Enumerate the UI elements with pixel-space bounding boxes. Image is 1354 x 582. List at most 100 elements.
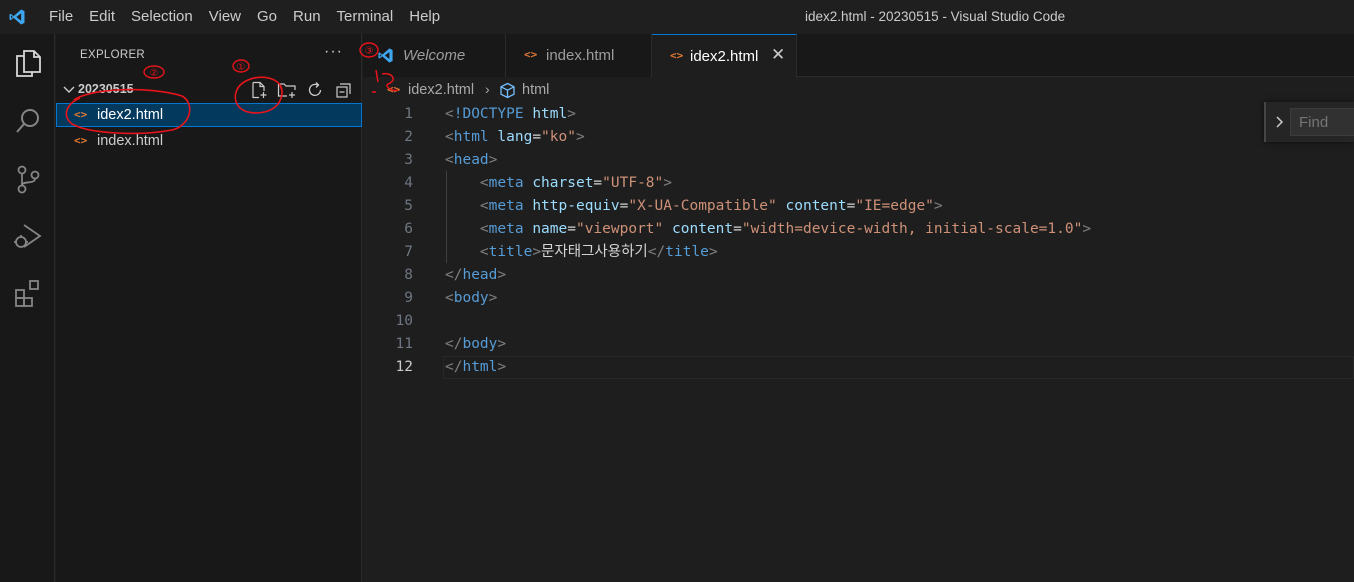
menu-item-help[interactable]: Help (401, 0, 448, 34)
code-text: <head> (445, 149, 497, 172)
line-number: 9 (404, 290, 413, 306)
code-text: <!DOCTYPE html> (445, 103, 576, 126)
code-line[interactable]: 2 <html lang="ko"> (363, 126, 1354, 149)
code-token: "UTF-8" (602, 175, 664, 191)
code-line[interactable]: 5 <meta http-equiv="X-UA-Compatible" con… (363, 195, 1354, 218)
html-file-icon: <> (524, 48, 538, 61)
code-line[interactable]: 12 </html> (363, 356, 1354, 379)
code-token: "IE=edge" (855, 198, 934, 214)
file-item-idex2[interactable]: <> idex2.html (56, 103, 362, 127)
vscode-logo-icon (0, 0, 34, 34)
menu-item-go[interactable]: Go (249, 0, 285, 34)
code-text: <html lang="ko"> (445, 126, 585, 149)
code-token: title (665, 244, 709, 260)
code-line[interactable]: 11 </body> (363, 333, 1354, 356)
title-bar: File Edit Selection View Go Run Terminal Help i… (0, 0, 1354, 34)
tab-welcome[interactable]: Welcome (363, 34, 506, 77)
code-token: !DOCTYPE (453, 106, 524, 122)
code-line[interactable]: 4 <meta charset="UTF-8"> (363, 172, 1354, 195)
code-token: < (445, 152, 454, 168)
code-line[interactable]: 8 </head> (363, 264, 1354, 287)
search-icon[interactable] (0, 96, 55, 146)
explorer-title: EXPLORER (80, 49, 146, 61)
line-number: 8 (404, 267, 413, 283)
menu-item-run[interactable]: Run (285, 0, 329, 34)
tab-idex2[interactable]: <> idex2.html ✕ (652, 34, 797, 78)
html-file-icon: <> (74, 108, 88, 121)
folder-header[interactable]: 20230515 (56, 79, 362, 101)
code-token: html (462, 359, 498, 375)
code-line[interactable]: 3 <head> (363, 149, 1354, 172)
find-widget (1264, 102, 1354, 142)
line-number: 2 (404, 129, 413, 145)
code-line[interactable]: 10 (363, 310, 1354, 333)
code-line[interactable]: 9 <body> (363, 287, 1354, 310)
code-token: content (785, 198, 847, 214)
menu-item-selection[interactable]: Selection (123, 0, 201, 34)
chevron-right-icon[interactable] (1274, 114, 1286, 130)
breadcrumb-file[interactable]: idex2.html (408, 82, 474, 98)
code-token: title (488, 244, 533, 260)
code-token: html (453, 129, 489, 145)
menu-item-edit[interactable]: Edit (81, 0, 123, 34)
menu-item-file[interactable]: File (34, 0, 81, 34)
collapse-all-icon[interactable] (333, 79, 355, 101)
new-file-icon[interactable] (248, 79, 270, 101)
source-control-icon[interactable] (0, 154, 55, 204)
code-token: > (708, 244, 718, 260)
code-token: = (593, 175, 603, 191)
line-number: 7 (404, 244, 413, 260)
menu-bar: File Edit Selection View Go Run Terminal Help (34, 0, 448, 34)
code-token: = (567, 221, 576, 237)
more-actions-button[interactable]: ··· (324, 43, 343, 61)
activity-bar (0, 34, 55, 582)
code-token: < (479, 244, 489, 260)
code-token: meta (488, 175, 524, 191)
line-number: 4 (404, 175, 413, 191)
run-debug-icon[interactable] (0, 211, 55, 261)
code-line[interactable]: 7 <title>문자태그사용하기</title> (363, 241, 1354, 264)
code-token: < (445, 290, 454, 306)
explorer-icon[interactable] (0, 38, 55, 88)
chevron-down-icon (63, 86, 75, 93)
code-token: lang (497, 129, 533, 145)
close-icon[interactable]: ✕ (771, 45, 785, 65)
find-input[interactable] (1290, 108, 1354, 136)
code-token: > (575, 129, 585, 145)
line-number: 12 (395, 359, 413, 375)
code-editor[interactable]: 1 <!DOCTYPE html> 2 <html lang="ko"> 3 <head>… (363, 102, 1354, 582)
tab-index[interactable]: <> index.html (506, 34, 652, 77)
folder-name: 20230515 (78, 82, 134, 96)
code-text: </head> (445, 264, 506, 287)
code-token: > (567, 106, 576, 122)
code-line[interactable]: 1 <!DOCTYPE html> (363, 103, 1354, 126)
breadcrumb: <> idex2.html › html (363, 78, 1263, 102)
line-number: 11 (395, 336, 413, 352)
new-folder-icon[interactable] (276, 79, 298, 101)
code-token: "width=device-width, initial-scale=1.0" (741, 221, 1083, 237)
code-token: body (453, 290, 489, 306)
window-title: idex2.html - 20230515 - Visual Studio Co… (805, 9, 1066, 24)
code-token: > (488, 152, 498, 168)
file-label: index.html (97, 133, 164, 149)
line-number: 3 (404, 152, 413, 168)
code-token: > (497, 359, 507, 375)
code-line[interactable]: 6 <meta name="viewport" content="width=d… (363, 218, 1354, 241)
html-file-icon: <> (670, 49, 684, 62)
code-token: > (663, 175, 672, 191)
breadcrumb-symbol[interactable]: html (522, 82, 549, 98)
code-token: > (488, 290, 498, 306)
code-token: html (532, 106, 568, 122)
menu-item-terminal[interactable]: Terminal (329, 0, 402, 34)
menu-item-view[interactable]: View (201, 0, 249, 34)
file-label: idex2.html (97, 107, 164, 123)
file-item-index[interactable]: <> index.html (56, 129, 362, 153)
code-token: "X-UA-Compatible" (628, 198, 777, 214)
refresh-icon[interactable] (304, 79, 326, 101)
extensions-icon[interactable] (0, 268, 55, 318)
